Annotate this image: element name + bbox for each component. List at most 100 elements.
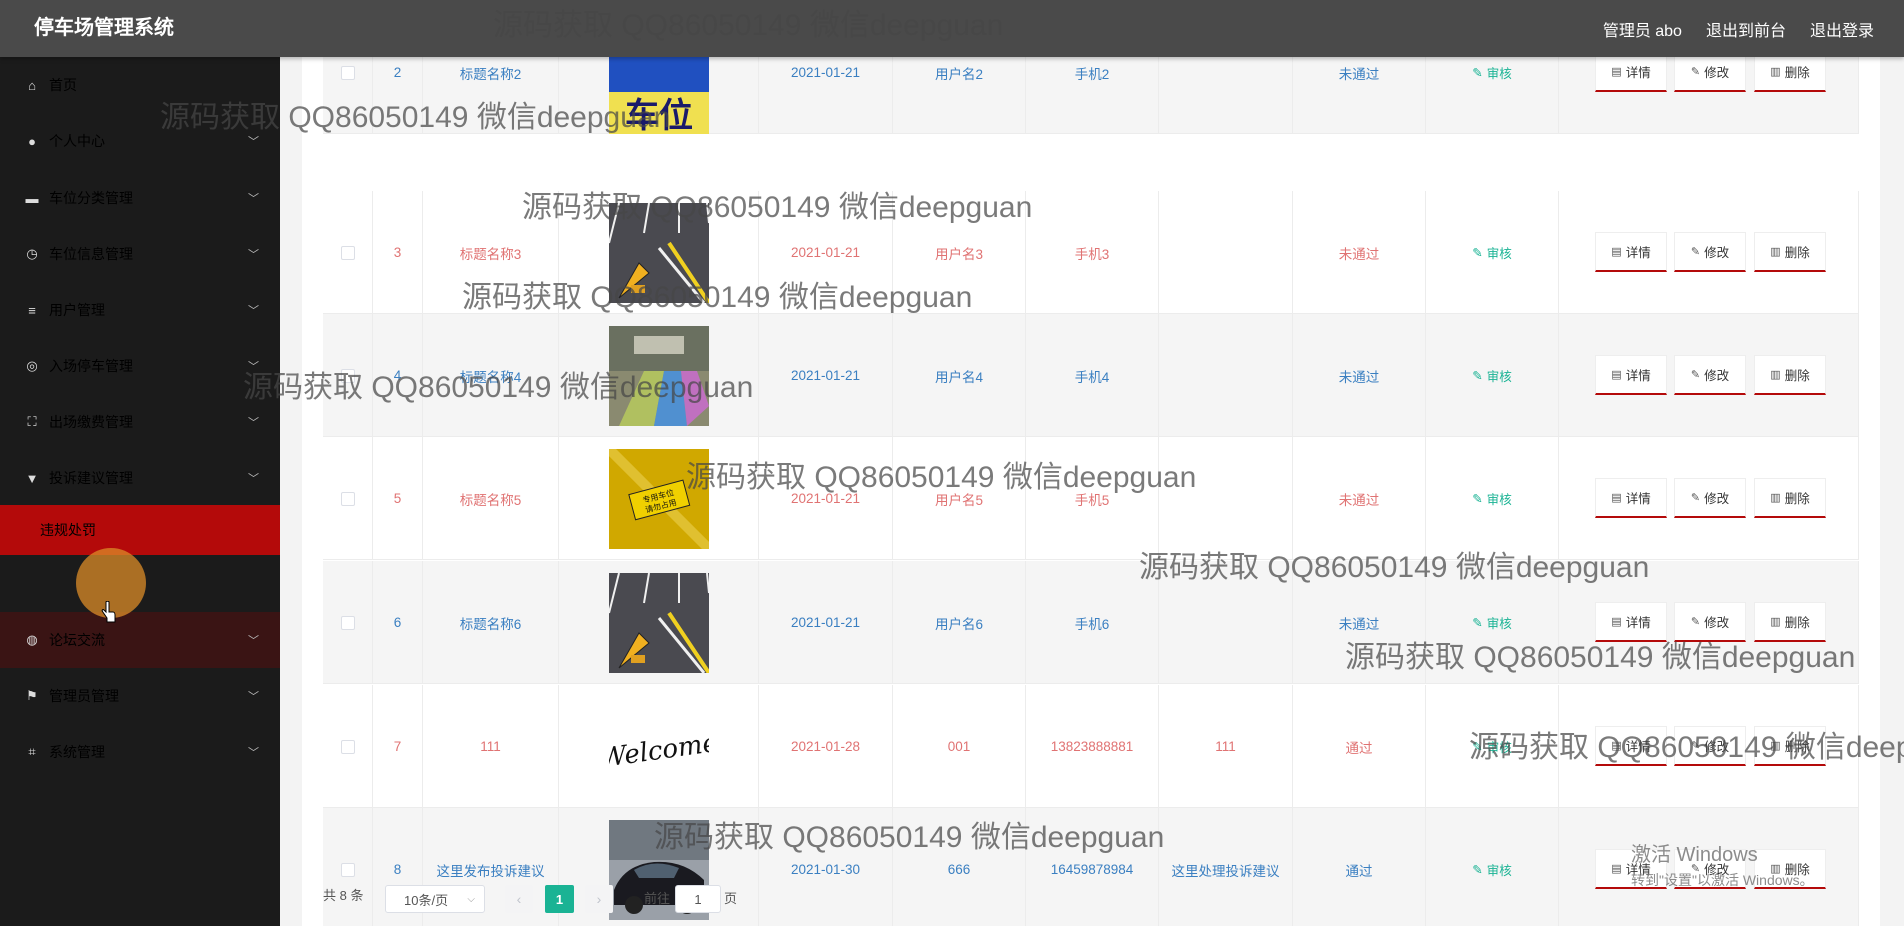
sidebar-item-3[interactable]: ◷ 车位信息管理 ﹀ bbox=[0, 226, 280, 282]
row-checkbox[interactable] bbox=[340, 65, 355, 80]
sidebar-item-4[interactable]: ≡ 用户管理 ﹀ bbox=[0, 282, 280, 338]
globe-icon: ◍ bbox=[26, 632, 38, 647]
row-checkbox-cell[interactable] bbox=[323, 685, 373, 808]
row-checkbox-cell[interactable] bbox=[323, 57, 373, 134]
sidebar-item-2[interactable]: ▬ 车位分类管理 ﹀ bbox=[0, 170, 280, 226]
row-checkbox[interactable] bbox=[340, 245, 355, 260]
audit-button[interactable]: ✎ 审核 bbox=[1472, 63, 1512, 82]
sidebar-item-10[interactable]: ⚑ 管理员管理 ﹀ bbox=[0, 668, 280, 724]
audit-button[interactable]: ✎ 审核 bbox=[1472, 737, 1512, 756]
goto-page-input[interactable] bbox=[675, 885, 721, 913]
trash-icon: ▥ bbox=[1770, 740, 1781, 752]
detail-button[interactable]: ▤ 详情 bbox=[1595, 355, 1667, 395]
row-title: 标题名称6 bbox=[459, 616, 522, 632]
row-user-cell: 用户名6 bbox=[893, 561, 1026, 684]
row-audit-cell[interactable]: ✎ 审核 bbox=[1426, 685, 1559, 808]
row-actions-cell: ▤ 详情 ✎ 修改 ▥ 删除 bbox=[1559, 191, 1859, 314]
audit-button[interactable]: ✎ 审核 bbox=[1472, 860, 1512, 879]
trash-icon: ▥ bbox=[1770, 369, 1781, 381]
detail-button[interactable]: ▤ 详情 bbox=[1595, 232, 1667, 272]
row-status-cell: 未通过 bbox=[1293, 57, 1426, 134]
delete-button[interactable]: ▥ 删除 bbox=[1754, 602, 1826, 642]
edit-button-label: 修改 bbox=[1704, 740, 1730, 754]
row-audit-cell[interactable]: ✎ 审核 bbox=[1426, 314, 1559, 437]
sidebar-item-5[interactable]: ◎ 入场停车管理 ﹀ bbox=[0, 338, 280, 394]
row-checkbox[interactable] bbox=[340, 491, 355, 506]
row-checkbox[interactable] bbox=[340, 368, 355, 383]
edit-button[interactable]: ✎ 修改 bbox=[1674, 355, 1746, 395]
sidebar-item-1[interactable]: ● 个人中心 ﹀ bbox=[0, 113, 280, 169]
activation-hint: 转到"设置"以激活 Windows。 bbox=[1631, 872, 1814, 888]
row-thumbnail bbox=[608, 202, 709, 303]
row-actions-cell: ▤ 详情 ✎ 修改 ▥ 删除 bbox=[1559, 561, 1859, 684]
back-to-front-link[interactable]: 退出到前台 bbox=[1706, 17, 1786, 41]
row-checkbox[interactable] bbox=[340, 615, 355, 630]
delete-button-label: 删除 bbox=[1784, 369, 1810, 383]
edit-button[interactable]: ✎ 修改 bbox=[1674, 726, 1746, 766]
document-icon: ▤ bbox=[1611, 246, 1622, 258]
audit-button[interactable]: ✎ 审核 bbox=[1472, 366, 1512, 385]
row-audit-cell[interactable]: ✎ 审核 bbox=[1426, 561, 1559, 684]
row-audit-cell[interactable]: ✎ 审核 bbox=[1426, 437, 1559, 560]
audit-button[interactable]: ✎ 审核 bbox=[1472, 489, 1512, 508]
pen-icon: ✎ bbox=[1472, 246, 1483, 260]
page-size-select[interactable]: 10条/页 ⌵ bbox=[385, 885, 485, 913]
row-status-cell: 通过 bbox=[1293, 808, 1426, 926]
detail-button[interactable]: ▤ 详情 bbox=[1595, 726, 1667, 766]
logout-link[interactable]: 退出登录 bbox=[1810, 17, 1874, 41]
pagination: 共 8 条 bbox=[323, 880, 363, 908]
prev-page-button[interactable]: ‹ bbox=[505, 885, 533, 913]
detail-button[interactable]: ▤ 详情 bbox=[1595, 478, 1667, 518]
audit-label: 审核 bbox=[1486, 67, 1512, 81]
row-audit-cell[interactable]: ✎ 审核 bbox=[1426, 191, 1559, 314]
sidebar-item-0[interactable]: ⌂ 首页 bbox=[0, 57, 280, 113]
edit-button-label: 修改 bbox=[1704, 616, 1730, 630]
edit-button[interactable]: ✎ 修改 bbox=[1674, 232, 1746, 272]
row-checkbox-cell[interactable] bbox=[323, 437, 373, 560]
page-1-button[interactable]: 1 bbox=[545, 885, 574, 913]
audit-button[interactable]: ✎ 审核 bbox=[1472, 243, 1512, 262]
row-checkbox-cell[interactable] bbox=[323, 808, 373, 926]
row-audit-cell[interactable]: ✎ 审核 bbox=[1426, 57, 1559, 134]
sidebar-item-11[interactable]: ⌗ 系统管理 ﹀ bbox=[0, 724, 280, 780]
row-date-cell: 2021-01-21 bbox=[759, 191, 893, 314]
audit-label: 审核 bbox=[1486, 247, 1512, 261]
edit-button[interactable]: ✎ 修改 bbox=[1674, 478, 1746, 518]
row-phone: 手机6 bbox=[1074, 616, 1110, 632]
row-phone: 手机5 bbox=[1074, 492, 1110, 508]
row-index: 8 bbox=[393, 862, 402, 877]
delete-button[interactable]: ▥ 删除 bbox=[1754, 232, 1826, 272]
delete-button[interactable]: ▥ 删除 bbox=[1754, 726, 1826, 766]
row-status: 未通过 bbox=[1338, 66, 1380, 82]
row-checkbox-cell[interactable] bbox=[323, 561, 373, 684]
detail-button[interactable]: ▤ 详情 bbox=[1595, 52, 1667, 92]
detail-button-label: 详情 bbox=[1625, 369, 1651, 383]
table-row: 3 标题名称3 2021-01-21 用户名3 手机3 未通过 ✎ 审核 ▤ 详情 ✎ 修改 ▥ 删除 bbox=[323, 191, 1859, 314]
sidebar-subitem-violation[interactable]: 违规处罚 bbox=[0, 505, 280, 555]
row-thumbnail: 专用车位 请勿占用 bbox=[608, 448, 709, 549]
delete-button[interactable]: ▥ 删除 bbox=[1754, 478, 1826, 518]
delete-button[interactable]: ▥ 删除 bbox=[1754, 52, 1826, 92]
row-phone: 16459878984 bbox=[1050, 862, 1134, 877]
row-checkbox[interactable] bbox=[340, 862, 355, 877]
sidebar-item-7[interactable]: ▼ 投诉建议管理 ﹀ bbox=[0, 450, 280, 506]
row-username: 用户名6 bbox=[934, 616, 983, 632]
page-size-value: 10条/页 bbox=[404, 892, 449, 908]
detail-button-label: 详情 bbox=[1625, 66, 1651, 80]
detail-button-label: 详情 bbox=[1625, 492, 1651, 506]
row-checkbox-cell[interactable] bbox=[323, 314, 373, 437]
row-checkbox[interactable] bbox=[340, 739, 355, 754]
detail-button[interactable]: ▤ 详情 bbox=[1595, 602, 1667, 642]
row-status: 通过 bbox=[1345, 740, 1373, 756]
edit-button[interactable]: ✎ 修改 bbox=[1674, 52, 1746, 92]
audit-button[interactable]: ✎ 审核 bbox=[1472, 613, 1512, 632]
sidebar-item-6[interactable]: ⛶ 出场缴费管理 ﹀ bbox=[0, 394, 280, 450]
sidebar-item-9[interactable]: ◍ 论坛交流 ﹀ bbox=[0, 612, 280, 668]
next-page-button[interactable]: › bbox=[585, 885, 613, 913]
edit-button[interactable]: ✎ 修改 bbox=[1674, 602, 1746, 642]
row-title-cell: 标题名称3 bbox=[423, 191, 559, 314]
delete-button[interactable]: ▥ 删除 bbox=[1754, 355, 1826, 395]
row-audit-cell[interactable]: ✎ 审核 bbox=[1426, 808, 1559, 926]
row-status-cell: 未通过 bbox=[1293, 314, 1426, 437]
row-checkbox-cell[interactable] bbox=[323, 191, 373, 314]
